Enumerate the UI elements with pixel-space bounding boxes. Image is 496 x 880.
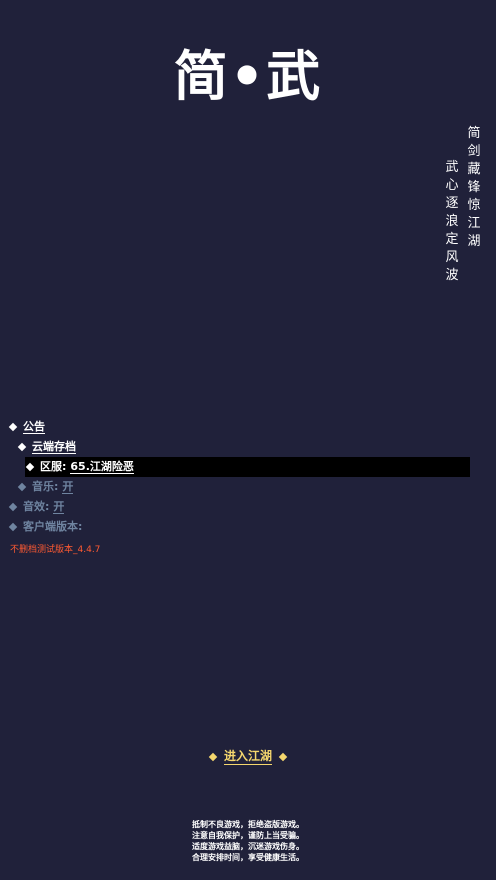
vertical-poem: 简 剑 藏 锋 惊 江 湖 武 心 逐 浪 定 风 波 [444, 126, 482, 284]
diamond-icon [8, 522, 18, 532]
notice-line: 注意自我保护，谨防上当受骗。 [192, 831, 304, 840]
server-label: 区服: [40, 460, 67, 473]
game-start-screen: 简•武 简 剑 藏 锋 惊 江 湖 武 心 逐 浪 定 风 波 公告 云端存档 [0, 0, 496, 880]
poem-char: 波 [445, 268, 459, 283]
poem-char: 湖 [467, 234, 481, 249]
poem-char: 简 [467, 126, 481, 141]
poem-char: 定 [445, 232, 459, 247]
enter-game-button-container: 进入江湖 [0, 748, 496, 765]
poem-char: 浪 [445, 214, 459, 229]
notice-line: 适度游戏益脑，沉迷游戏伤身。 [192, 842, 304, 851]
diamond-icon [8, 422, 18, 432]
menu-item-server-select[interactable]: 区服: 65.江湖险恶 [25, 457, 470, 477]
sfx-label: 音效: [23, 500, 50, 513]
poem-char: 藏 [467, 162, 481, 177]
menu-item-cloud-save[interactable]: 云端存档 [10, 437, 470, 457]
sfx-toggle[interactable]: 开 [53, 500, 65, 514]
poem-char: 江 [467, 216, 481, 231]
music-toggle[interactable]: 开 [62, 480, 74, 494]
game-title: 简•武 [173, 44, 323, 108]
client-version-label: 客户端版本: [23, 520, 83, 533]
notice-line: 抵制不良游戏，拒绝盗版游戏。 [192, 820, 304, 829]
enter-game-button[interactable]: 进入江湖 [208, 748, 288, 765]
poem-char: 心 [445, 178, 459, 193]
diamond-icon [208, 752, 218, 761]
poem-char: 剑 [467, 144, 481, 159]
poem-char: 武 [445, 160, 459, 175]
notice-line: 合理安排时间，享受健康生活。 [192, 853, 304, 862]
server-value: 65.江湖险恶 [70, 460, 134, 474]
poem-char: 锋 [467, 180, 481, 195]
menu-item-music[interactable]: 音乐: 开 [10, 477, 470, 497]
music-label: 音乐: [32, 480, 59, 493]
health-notice: 抵制不良游戏，拒绝盗版游戏。 注意自我保护，谨防上当受骗。 适度游戏益脑，沉迷游… [0, 819, 496, 863]
enter-game-label: 进入江湖 [223, 749, 272, 765]
poem-char: 惊 [467, 198, 481, 213]
poem-char: 风 [445, 250, 459, 265]
diamond-icon [25, 462, 35, 472]
diamond-icon [17, 442, 27, 452]
poem-char: 逐 [445, 196, 459, 211]
diamond-icon [278, 752, 288, 761]
menu-item-announcement[interactable]: 公告 [8, 417, 470, 437]
version-note: 不删档测试版本_4.4.7 [10, 545, 101, 555]
poem-column-2: 武 心 逐 浪 定 风 波 [444, 160, 460, 284]
menu-item-client-version: 客户端版本: [8, 517, 470, 537]
diamond-icon [8, 502, 18, 512]
cloud-save-label: 云端存档 [32, 440, 76, 454]
menu-item-sfx[interactable]: 音效: 开 [8, 497, 470, 517]
main-menu: 公告 云端存档 区服: 65.江湖险恶 音乐: 开 音效: 开 客户端版本: [8, 417, 470, 537]
diamond-icon [17, 482, 27, 492]
announcement-label: 公告 [23, 420, 45, 434]
poem-column-1: 简 剑 藏 锋 惊 江 湖 [466, 126, 482, 284]
